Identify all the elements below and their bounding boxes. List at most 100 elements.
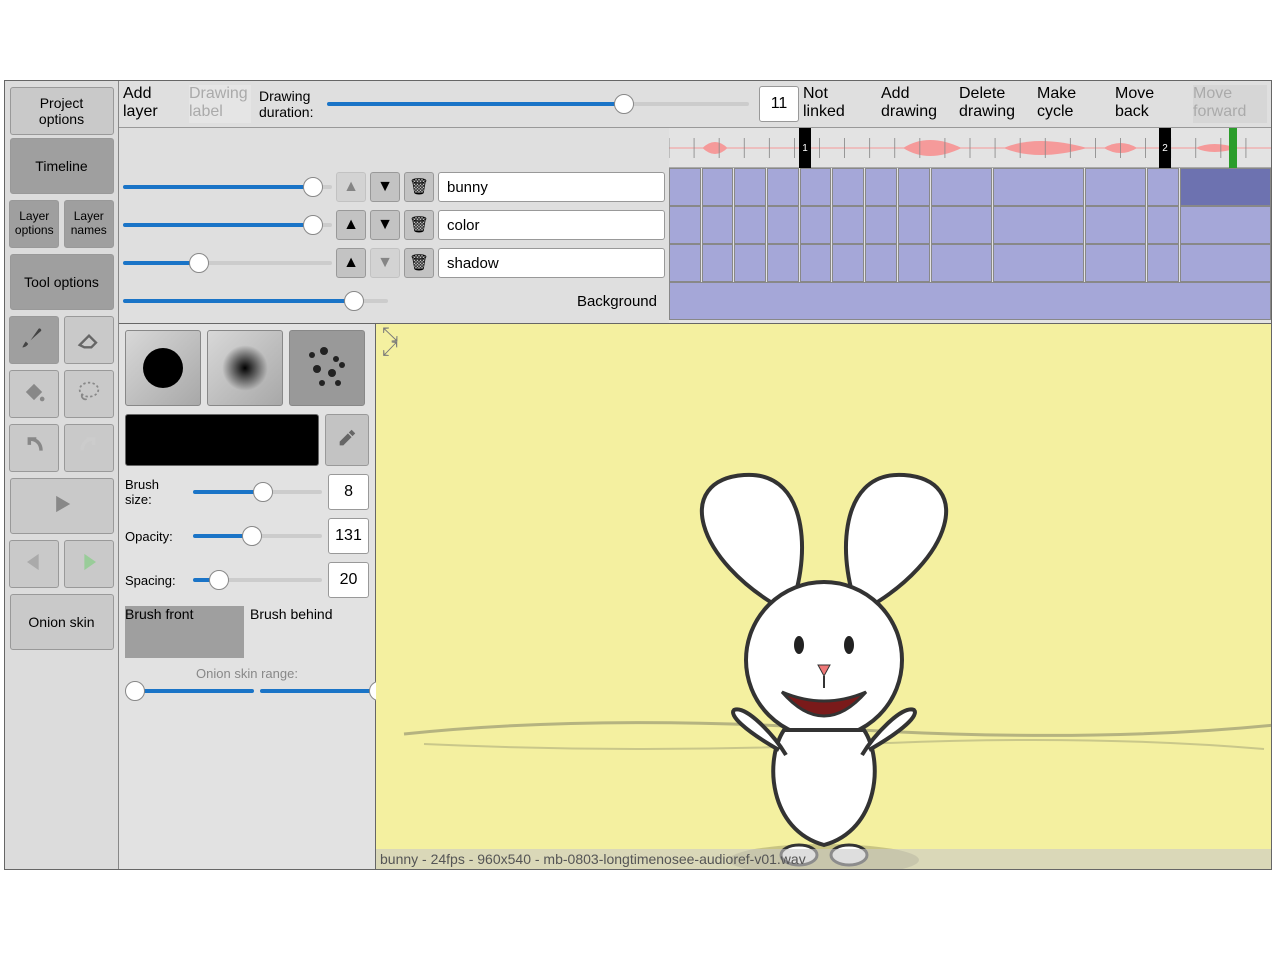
- bucket-icon: [20, 378, 48, 409]
- layer-row-background: Background: [119, 282, 669, 320]
- layer-delete-button-bunny[interactable]: 🗑: [404, 172, 434, 202]
- arrow-down-icon: ▼: [377, 216, 393, 234]
- layer-name-input-color[interactable]: color: [438, 210, 665, 240]
- onion-before-slider[interactable]: [125, 689, 254, 693]
- tool-options-pane: Brush size: 8 Opacity: 131 Spacing: 20: [119, 324, 376, 869]
- brush-hard-tile[interactable]: [125, 330, 201, 406]
- eyedropper-button[interactable]: [325, 414, 369, 466]
- brush-tool-button[interactable]: [9, 316, 59, 364]
- layer-up-button-shadow[interactable]: ▲: [336, 248, 366, 278]
- onion-after-slider[interactable]: [260, 689, 389, 693]
- make-cycle-button[interactable]: Make cycle: [1037, 85, 1111, 123]
- undo-button[interactable]: [9, 424, 59, 472]
- brush-behind-button[interactable]: Brush behind: [250, 606, 369, 658]
- app-frame: Project options Timeline Layer options L…: [4, 80, 1272, 870]
- timeline-body: ▲ ▼ 🗑 bunny ▲ ▼ 🗑 color: [119, 128, 1271, 323]
- brush-size-slider[interactable]: [193, 490, 322, 494]
- layer-row-color: ▲ ▼ 🗑 color: [119, 206, 669, 244]
- marker-2[interactable]: 2: [1159, 128, 1171, 168]
- spacing-value[interactable]: 20: [328, 562, 369, 598]
- opacity-value[interactable]: 131: [328, 518, 369, 554]
- drawing-label-button[interactable]: Drawing label: [189, 85, 251, 123]
- brush-size-row: Brush size: 8: [125, 474, 369, 510]
- opacity-slider[interactable]: [193, 534, 322, 538]
- play-icon: [48, 490, 76, 521]
- audio-waveform-row[interactable]: /*placeholder*/: [669, 128, 1271, 168]
- tool-options-button[interactable]: Tool options: [10, 254, 114, 310]
- canvas[interactable]: ⤡⤢: [376, 324, 1271, 869]
- frames-row-bunny[interactable]: [669, 168, 1271, 206]
- lasso-tool-button[interactable]: [64, 370, 114, 418]
- spacing-label: Spacing:: [125, 573, 187, 588]
- brush-order-row: Brush front Brush behind: [125, 606, 369, 658]
- main: Project options Timeline Layer options L…: [5, 81, 1271, 869]
- not-linked-button[interactable]: Not linked: [803, 85, 877, 123]
- layer-down-button-bunny[interactable]: ▼: [370, 172, 400, 202]
- eraser-icon: [75, 324, 103, 355]
- sidebar: Project options Timeline Layer options L…: [5, 81, 119, 869]
- add-layer-button[interactable]: Add layer: [123, 85, 185, 123]
- layer-row-bunny: ▲ ▼ 🗑 bunny: [119, 168, 669, 206]
- frames-row-background[interactable]: [669, 282, 1271, 320]
- layer-row-shadow: ▲ ▼ 🗑 shadow: [119, 244, 669, 282]
- layer-name-input-shadow[interactable]: shadow: [438, 248, 665, 278]
- redo-button[interactable]: [64, 424, 114, 472]
- timeline-area: Add layer Drawing label Drawing duration…: [119, 81, 1271, 324]
- brush-soft-tile[interactable]: [207, 330, 283, 406]
- spacing-row: Spacing: 20: [125, 562, 369, 598]
- trash-icon: 🗑: [409, 177, 429, 197]
- move-back-button[interactable]: Move back: [1115, 85, 1189, 123]
- arrow-up-icon: ▲: [343, 178, 359, 196]
- layer-names-button[interactable]: Layer names: [64, 200, 114, 248]
- add-drawing-button[interactable]: Add drawing: [881, 85, 955, 123]
- layer-options-button[interactable]: Layer options: [9, 200, 59, 248]
- timeline-right[interactable]: /*placeholder*/: [669, 128, 1271, 323]
- expand-icon[interactable]: ⤡⤢: [382, 328, 395, 356]
- drawing-duration-slider-wrap: [327, 102, 749, 106]
- waveform: [669, 128, 1271, 173]
- brush-texture-tile[interactable]: [289, 330, 365, 406]
- project-options-button[interactable]: Project options: [10, 87, 114, 135]
- fill-tool-button[interactable]: [9, 370, 59, 418]
- bunny-drawing: [574, 460, 1074, 869]
- timeline-left: ▲ ▼ 🗑 bunny ▲ ▼ 🗑 color: [119, 128, 669, 323]
- drawing-duration-slider[interactable]: [327, 102, 749, 106]
- prev-icon: [20, 548, 48, 579]
- prev-frame-button[interactable]: [9, 540, 59, 588]
- layer-up-button-color[interactable]: ▲: [336, 210, 366, 240]
- frames-row-color[interactable]: [669, 206, 1271, 244]
- layer-opacity-slider-bunny[interactable]: [123, 185, 332, 189]
- eraser-tool-button[interactable]: [64, 316, 114, 364]
- layer-up-button-bunny: ▲: [336, 172, 366, 202]
- brush-tiles: [125, 330, 369, 406]
- frames-row-shadow[interactable]: [669, 244, 1271, 282]
- brush-front-button[interactable]: Brush front: [125, 606, 244, 658]
- opacity-label: Opacity:: [125, 529, 187, 544]
- layer-down-button-color[interactable]: ▼: [370, 210, 400, 240]
- onion-skin-button[interactable]: Onion skin: [10, 594, 114, 650]
- layer-delete-button-shadow[interactable]: 🗑: [404, 248, 434, 278]
- next-frame-button[interactable]: [64, 540, 114, 588]
- timeline-button[interactable]: Timeline: [10, 138, 114, 194]
- next-icon: [75, 548, 103, 579]
- brush-size-value[interactable]: 8: [328, 474, 369, 510]
- layer-delete-button-color[interactable]: 🗑: [404, 210, 434, 240]
- playhead[interactable]: [1229, 128, 1237, 168]
- delete-drawing-button[interactable]: Delete drawing: [959, 85, 1033, 123]
- drawing-duration-value[interactable]: 11: [759, 86, 799, 122]
- arrow-down-icon: ▼: [377, 178, 393, 196]
- layer-opacity-slider-background[interactable]: [123, 299, 388, 303]
- onion-skin-sliders: [125, 689, 369, 693]
- undo-icon: [20, 432, 48, 463]
- spacing-slider[interactable]: [193, 578, 322, 582]
- marker-1[interactable]: 1: [799, 128, 811, 168]
- layer-name-input-bunny[interactable]: bunny: [438, 172, 665, 202]
- layer-opacity-slider-color[interactable]: [123, 223, 332, 227]
- layer-down-button-shadow: ▼: [370, 248, 400, 278]
- layer-opacity-slider-shadow[interactable]: [123, 261, 332, 265]
- brush-size-label: Brush size:: [125, 477, 187, 507]
- color-swatch[interactable]: [125, 414, 319, 466]
- arrow-down-icon: ▼: [377, 254, 393, 272]
- play-button[interactable]: [10, 478, 114, 534]
- right-column: Add layer Drawing label Drawing duration…: [119, 81, 1271, 869]
